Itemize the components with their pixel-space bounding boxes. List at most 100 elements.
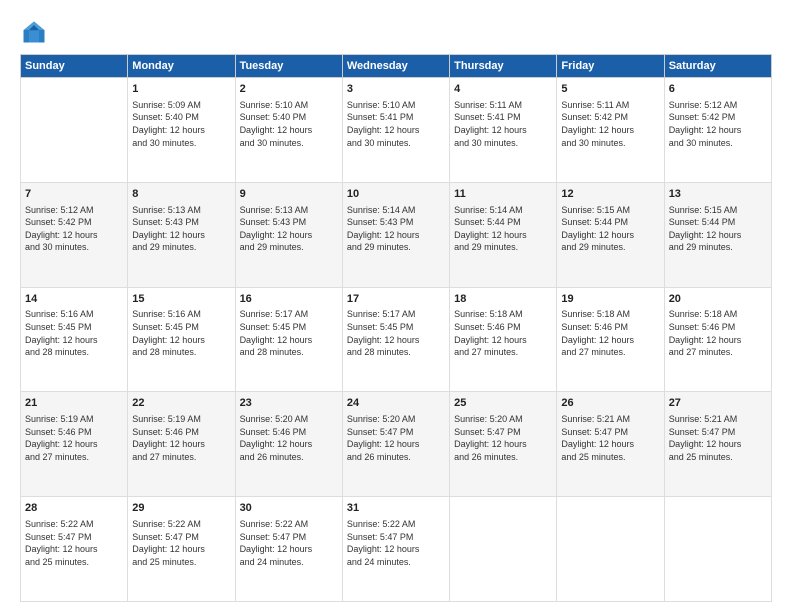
- day-info: Sunrise: 5:18 AM Sunset: 5:46 PM Dayligh…: [454, 308, 552, 358]
- calendar-cell: 19Sunrise: 5:18 AM Sunset: 5:46 PM Dayli…: [557, 287, 664, 392]
- day-number: 26: [561, 396, 659, 411]
- day-info: Sunrise: 5:22 AM Sunset: 5:47 PM Dayligh…: [347, 518, 445, 568]
- calendar-cell: 18Sunrise: 5:18 AM Sunset: 5:46 PM Dayli…: [450, 287, 557, 392]
- calendar-cell: 12 Sunrise: 5:15 AM Sunset: 5:44 PM Dayli…: [557, 182, 664, 287]
- logo: [20, 18, 52, 46]
- day-info: Sunrise: 5:14 AM Sunset: 5:44 PM Dayligh…: [454, 204, 552, 254]
- calendar-cell: 25 Sunrise: 5:20 AM Sunset: 5:47 PM Dayli…: [450, 392, 557, 497]
- day-info: Sunrise: 5:11 AM Sunset: 5:42 PM Dayligh…: [561, 99, 659, 149]
- calendar-cell: 27Sunrise: 5:21 AM Sunset: 5:47 PM Dayli…: [664, 392, 771, 497]
- calendar-table: SundayMondayTuesdayWednesdayThursdayFrid…: [20, 54, 772, 602]
- page: SundayMondayTuesdayWednesdayThursdayFrid…: [0, 0, 792, 612]
- calendar-body: 1 Sunrise: 5:09 AM Sunset: 5:40 PM Daylig…: [21, 78, 772, 602]
- day-info: Sunrise: 5:20 AM Sunset: 5:47 PM Dayligh…: [454, 413, 552, 463]
- day-info: Sunrise: 5:16 AM Sunset: 5:45 PM Dayligh…: [25, 308, 123, 358]
- calendar-cell: 28 Sunrise: 5:22 AM Sunset: 5:47 PM Dayli…: [21, 497, 128, 602]
- day-number: 19: [561, 292, 659, 307]
- day-info: Sunrise: 5:22 AM Sunset: 5:47 PM Dayligh…: [132, 518, 230, 568]
- day-info: Sunrise: 5:20 AM Sunset: 5:47 PM Dayligh…: [347, 413, 445, 463]
- day-info: Sunrise: 5:18 AM Sunset: 5:46 PM Dayligh…: [669, 308, 767, 358]
- calendar-cell: 8 Sunrise: 5:13 AM Sunset: 5:43 PM Daylig…: [128, 182, 235, 287]
- day-info: Sunrise: 5:17 AM Sunset: 5:45 PM Dayligh…: [347, 308, 445, 358]
- day-number: 4: [454, 82, 552, 97]
- calendar-cell: 15Sunrise: 5:16 AM Sunset: 5:45 PM Dayli…: [128, 287, 235, 392]
- day-info: Sunrise: 5:15 AM Sunset: 5:44 PM Dayligh…: [561, 204, 659, 254]
- calendar-cell: 13 Sunrise: 5:15 AM Sunset: 5:44 PM Dayli…: [664, 182, 771, 287]
- calendar-cell: [557, 497, 664, 602]
- calendar-cell: [21, 78, 128, 183]
- day-info: Sunrise: 5:10 AM Sunset: 5:41 PM Dayligh…: [347, 99, 445, 149]
- day-info: Sunrise: 5:11 AM Sunset: 5:41 PM Dayligh…: [454, 99, 552, 149]
- day-info: Sunrise: 5:20 AM Sunset: 5:46 PM Dayligh…: [240, 413, 338, 463]
- day-number: 7: [25, 187, 123, 202]
- day-info: Sunrise: 5:15 AM Sunset: 5:44 PM Dayligh…: [669, 204, 767, 254]
- day-number: 27: [669, 396, 767, 411]
- day-number: 28: [25, 501, 123, 516]
- calendar-cell: 23Sunrise: 5:20 AM Sunset: 5:46 PM Dayli…: [235, 392, 342, 497]
- day-info: Sunrise: 5:19 AM Sunset: 5:46 PM Dayligh…: [25, 413, 123, 463]
- day-number: 29: [132, 501, 230, 516]
- day-number: 25: [454, 396, 552, 411]
- calendar-cell: 29 Sunrise: 5:22 AM Sunset: 5:47 PM Dayli…: [128, 497, 235, 602]
- column-header-wednesday: Wednesday: [342, 55, 449, 78]
- calendar-cell: 20Sunrise: 5:18 AM Sunset: 5:46 PM Dayli…: [664, 287, 771, 392]
- calendar-cell: 11 Sunrise: 5:14 AM Sunset: 5:44 PM Dayli…: [450, 182, 557, 287]
- week-row-2: 7 Sunrise: 5:12 AM Sunset: 5:42 PM Daylig…: [21, 182, 772, 287]
- calendar-header: SundayMondayTuesdayWednesdayThursdayFrid…: [21, 55, 772, 78]
- day-info: Sunrise: 5:10 AM Sunset: 5:40 PM Dayligh…: [240, 99, 338, 149]
- day-number: 3: [347, 82, 445, 97]
- calendar-cell: 14Sunrise: 5:16 AM Sunset: 5:45 PM Dayli…: [21, 287, 128, 392]
- calendar-cell: 5 Sunrise: 5:11 AM Sunset: 5:42 PM Daylig…: [557, 78, 664, 183]
- day-number: 1: [132, 82, 230, 97]
- calendar-cell: 7 Sunrise: 5:12 AM Sunset: 5:42 PM Daylig…: [21, 182, 128, 287]
- calendar-cell: 6 Sunrise: 5:12 AM Sunset: 5:42 PM Daylig…: [664, 78, 771, 183]
- day-number: 17: [347, 292, 445, 307]
- day-number: 6: [669, 82, 767, 97]
- calendar-cell: 26 Sunrise: 5:21 AM Sunset: 5:47 PM Dayli…: [557, 392, 664, 497]
- calendar-cell: 30Sunrise: 5:22 AM Sunset: 5:47 PM Dayli…: [235, 497, 342, 602]
- day-info: Sunrise: 5:12 AM Sunset: 5:42 PM Dayligh…: [25, 204, 123, 254]
- day-number: 15: [132, 292, 230, 307]
- day-info: Sunrise: 5:22 AM Sunset: 5:47 PM Dayligh…: [25, 518, 123, 568]
- day-info: Sunrise: 5:13 AM Sunset: 5:43 PM Dayligh…: [132, 204, 230, 254]
- day-info: Sunrise: 5:18 AM Sunset: 5:46 PM Dayligh…: [561, 308, 659, 358]
- week-row-4: 21 Sunrise: 5:19 AM Sunset: 5:46 PM Dayli…: [21, 392, 772, 497]
- day-info: Sunrise: 5:13 AM Sunset: 5:43 PM Dayligh…: [240, 204, 338, 254]
- day-info: Sunrise: 5:19 AM Sunset: 5:46 PM Dayligh…: [132, 413, 230, 463]
- day-info: Sunrise: 5:14 AM Sunset: 5:43 PM Dayligh…: [347, 204, 445, 254]
- column-header-monday: Monday: [128, 55, 235, 78]
- day-info: Sunrise: 5:12 AM Sunset: 5:42 PM Dayligh…: [669, 99, 767, 149]
- day-info: Sunrise: 5:09 AM Sunset: 5:40 PM Dayligh…: [132, 99, 230, 149]
- column-header-sunday: Sunday: [21, 55, 128, 78]
- column-header-thursday: Thursday: [450, 55, 557, 78]
- day-number: 9: [240, 187, 338, 202]
- calendar-cell: 4 Sunrise: 5:11 AM Sunset: 5:41 PM Daylig…: [450, 78, 557, 183]
- calendar-cell: 21 Sunrise: 5:19 AM Sunset: 5:46 PM Dayli…: [21, 392, 128, 497]
- day-number: 30: [240, 501, 338, 516]
- column-header-saturday: Saturday: [664, 55, 771, 78]
- day-number: 5: [561, 82, 659, 97]
- logo-icon: [20, 18, 48, 46]
- week-row-3: 14Sunrise: 5:16 AM Sunset: 5:45 PM Dayli…: [21, 287, 772, 392]
- day-number: 13: [669, 187, 767, 202]
- day-number: 14: [25, 292, 123, 307]
- calendar-cell: [450, 497, 557, 602]
- day-info: Sunrise: 5:21 AM Sunset: 5:47 PM Dayligh…: [561, 413, 659, 463]
- calendar-cell: 3 Sunrise: 5:10 AM Sunset: 5:41 PM Daylig…: [342, 78, 449, 183]
- week-row-1: 1 Sunrise: 5:09 AM Sunset: 5:40 PM Daylig…: [21, 78, 772, 183]
- day-number: 21: [25, 396, 123, 411]
- calendar-cell: [664, 497, 771, 602]
- week-row-5: 28 Sunrise: 5:22 AM Sunset: 5:47 PM Dayli…: [21, 497, 772, 602]
- calendar-cell: 2Sunrise: 5:10 AM Sunset: 5:40 PM Daylig…: [235, 78, 342, 183]
- header-row: SundayMondayTuesdayWednesdayThursdayFrid…: [21, 55, 772, 78]
- day-number: 22: [132, 396, 230, 411]
- day-number: 12: [561, 187, 659, 202]
- day-info: Sunrise: 5:16 AM Sunset: 5:45 PM Dayligh…: [132, 308, 230, 358]
- day-number: 24: [347, 396, 445, 411]
- day-number: 11: [454, 187, 552, 202]
- header: [20, 18, 772, 46]
- calendar-cell: 22 Sunrise: 5:19 AM Sunset: 5:46 PM Dayli…: [128, 392, 235, 497]
- day-number: 20: [669, 292, 767, 307]
- calendar-cell: 24 Sunrise: 5:20 AM Sunset: 5:47 PM Dayli…: [342, 392, 449, 497]
- day-number: 8: [132, 187, 230, 202]
